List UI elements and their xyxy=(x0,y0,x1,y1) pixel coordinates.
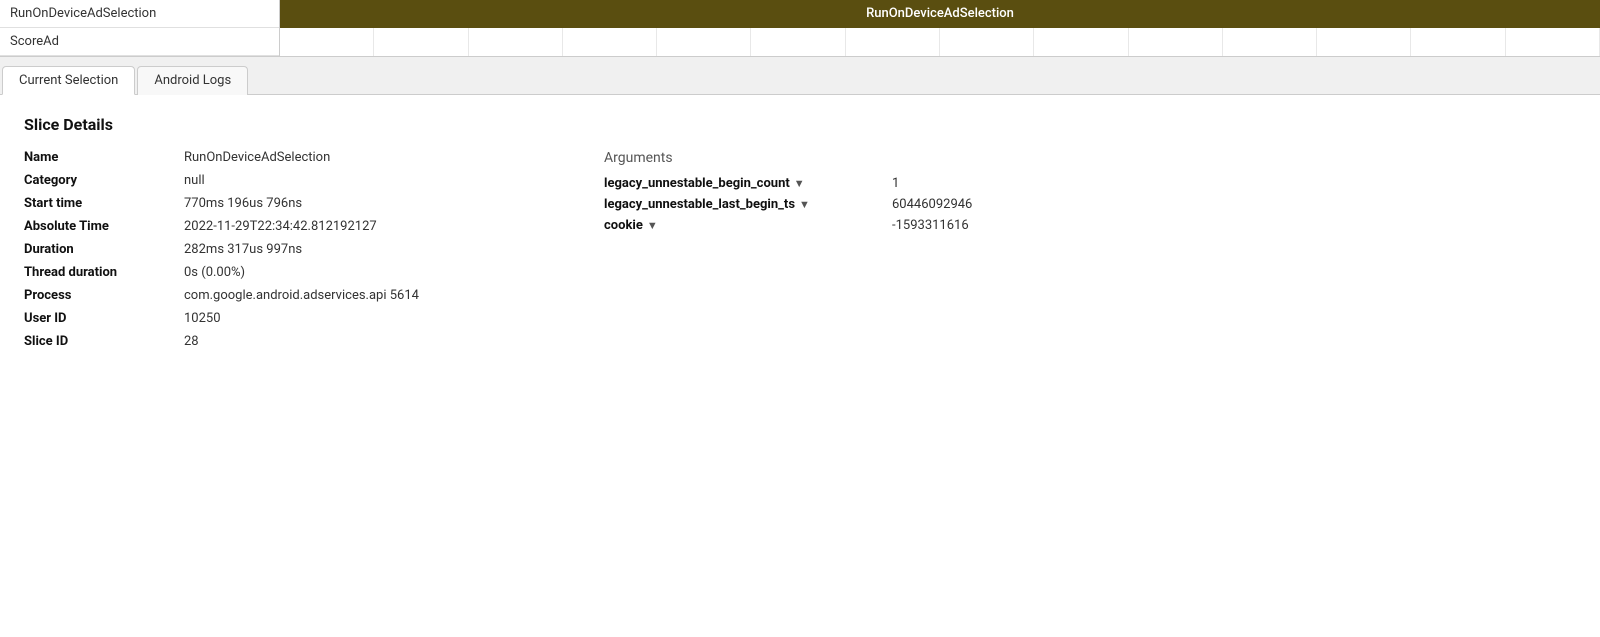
arg-key-0: legacy_unnestable_begin_count ▼ xyxy=(604,176,884,191)
detail-row-process: Process com.google.android.adservices.ap… xyxy=(24,288,524,303)
arg-value-2: -1593311616 xyxy=(892,218,969,233)
timeline-empty-row xyxy=(280,28,1600,56)
detail-row-category: Category null xyxy=(24,173,524,188)
grid-cell xyxy=(280,28,374,56)
arg-dropdown-icon-0[interactable]: ▼ xyxy=(794,177,805,190)
grid-cell xyxy=(469,28,563,56)
arg-key-label-1: legacy_unnestable_last_begin_ts xyxy=(604,197,795,212)
grid-cell xyxy=(563,28,657,56)
label-absolute-time: Absolute Time xyxy=(24,219,184,234)
main-content: Slice Details Name RunOnDeviceAdSelectio… xyxy=(0,95,1600,377)
value-category: null xyxy=(184,173,205,188)
tab-current-selection[interactable]: Current Selection xyxy=(2,66,135,95)
value-absolute-time: 2022-11-29T22:34:42.812192127 xyxy=(184,219,377,234)
value-thread-duration: 0s (0.00%) xyxy=(184,265,245,280)
timeline-bar-column: RunOnDeviceAdSelection xyxy=(280,0,1600,56)
grid-cell xyxy=(940,28,1034,56)
arg-dropdown-icon-1[interactable]: ▼ xyxy=(799,198,810,211)
value-slice-id: 28 xyxy=(184,334,199,349)
detail-row-duration: Duration 282ms 317us 997ns xyxy=(24,242,524,257)
arg-key-1: legacy_unnestable_last_begin_ts ▼ xyxy=(604,197,884,212)
detail-row-name: Name RunOnDeviceAdSelection xyxy=(24,150,524,165)
arg-row-1: legacy_unnestable_last_begin_ts ▼ 604460… xyxy=(604,197,1576,212)
arg-key-label-0: legacy_unnestable_begin_count xyxy=(604,176,790,191)
detail-row-thread-duration: Thread duration 0s (0.00%) xyxy=(24,265,524,280)
label-user-id: User ID xyxy=(24,311,184,326)
value-user-id: 10250 xyxy=(184,311,221,326)
value-duration: 282ms 317us 997ns xyxy=(184,242,302,257)
label-thread-duration: Thread duration xyxy=(24,265,184,280)
value-process: com.google.android.adservices.api 5614 xyxy=(184,288,419,303)
detail-row-slice-id: Slice ID 28 xyxy=(24,334,524,349)
detail-row-absolute-time: Absolute Time 2022-11-29T22:34:42.812192… xyxy=(24,219,524,234)
grid-cell xyxy=(846,28,940,56)
details-layout: Name RunOnDeviceAdSelection Category nul… xyxy=(24,150,1576,357)
arg-key-2: cookie ▼ xyxy=(604,218,884,233)
timeline-row-2-label: ScoreAd xyxy=(0,28,279,56)
grid-cell xyxy=(751,28,845,56)
label-start-time: Start time xyxy=(24,196,184,211)
timeline-row-1-label: RunOnDeviceAdSelection xyxy=(0,0,279,28)
label-process: Process xyxy=(24,288,184,303)
timeline-label-column: RunOnDeviceAdSelection ScoreAd xyxy=(0,0,280,56)
label-duration: Duration xyxy=(24,242,184,257)
slice-details-panel: Name RunOnDeviceAdSelection Category nul… xyxy=(24,150,524,357)
arg-value-1: 60446092946 xyxy=(892,197,972,212)
arguments-panel: Arguments legacy_unnestable_begin_count … xyxy=(604,150,1576,357)
arg-value-0: 1 xyxy=(892,176,899,191)
label-slice-id: Slice ID xyxy=(24,334,184,349)
grid-cell xyxy=(1411,28,1505,56)
arg-dropdown-icon-2[interactable]: ▼ xyxy=(647,219,658,232)
tab-android-logs[interactable]: Android Logs xyxy=(137,66,248,95)
arg-row-2: cookie ▼ -1593311616 xyxy=(604,218,1576,233)
grid-cell xyxy=(1129,28,1223,56)
timeline-header: RunOnDeviceAdSelection ScoreAd RunOnDevi… xyxy=(0,0,1600,57)
grid-cell xyxy=(1223,28,1317,56)
grid-cell xyxy=(1506,28,1600,56)
tab-bar: Current Selection Android Logs xyxy=(0,57,1600,95)
arguments-title: Arguments xyxy=(604,150,1576,166)
grid-cell xyxy=(657,28,751,56)
grid-cell xyxy=(374,28,468,56)
detail-row-user-id: User ID 10250 xyxy=(24,311,524,326)
grid-cell xyxy=(1034,28,1128,56)
detail-row-start-time: Start time 770ms 196us 796ns xyxy=(24,196,524,211)
label-name: Name xyxy=(24,150,184,165)
arg-key-label-2: cookie xyxy=(604,218,643,233)
value-name: RunOnDeviceAdSelection xyxy=(184,150,330,165)
label-category: Category xyxy=(24,173,184,188)
arg-row-0: legacy_unnestable_begin_count ▼ 1 xyxy=(604,176,1576,191)
timeline-highlighted-bar[interactable]: RunOnDeviceAdSelection xyxy=(280,0,1600,28)
section-title: Slice Details xyxy=(24,115,1576,134)
grid-cell xyxy=(1317,28,1411,56)
value-start-time: 770ms 196us 796ns xyxy=(184,196,302,211)
